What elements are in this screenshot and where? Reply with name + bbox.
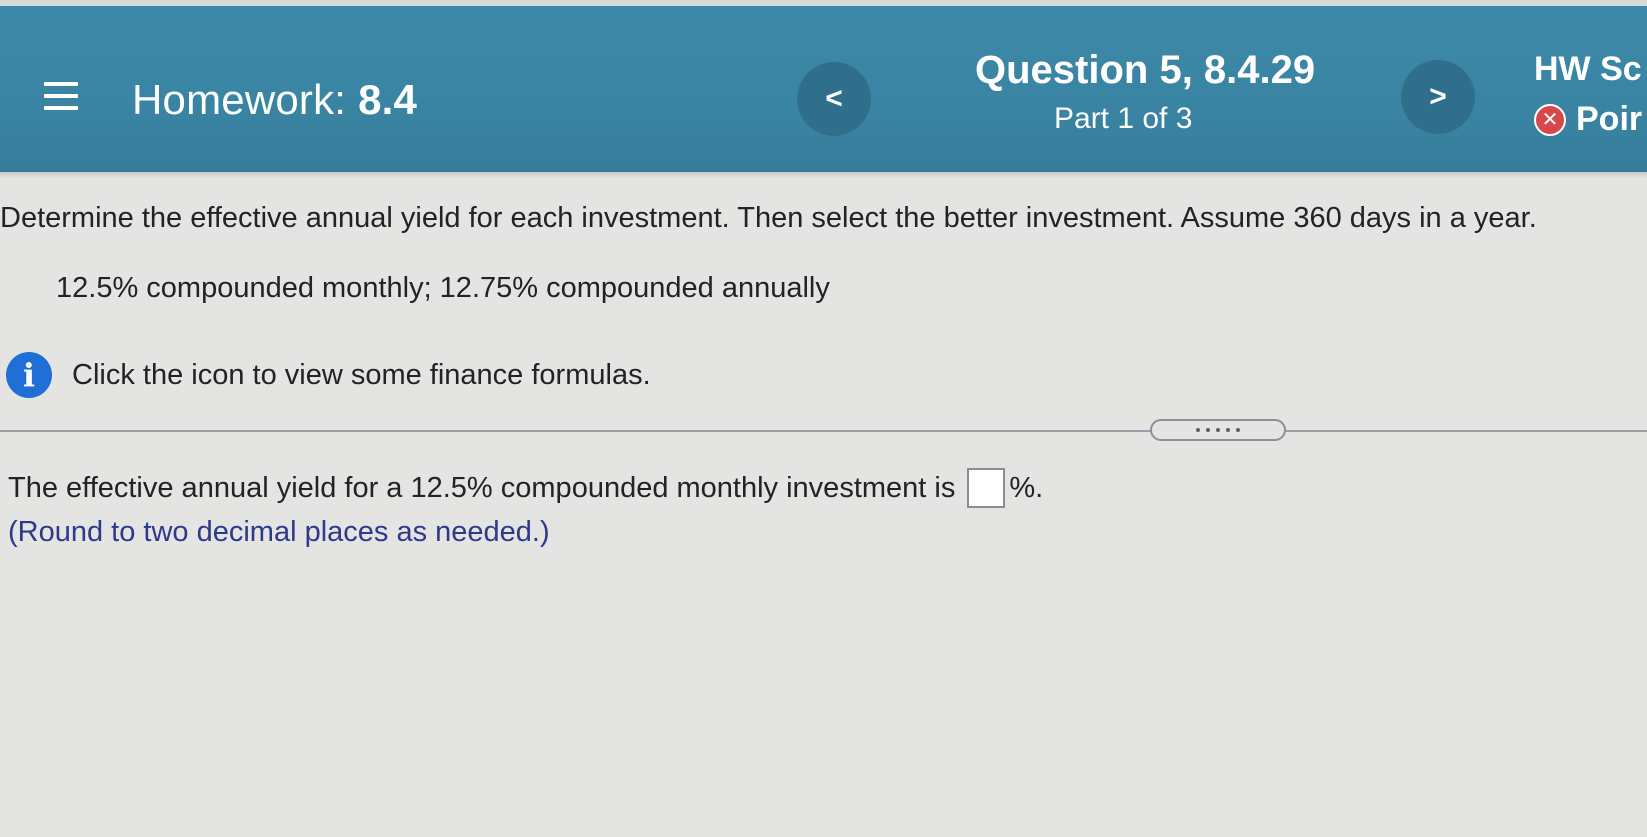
question-title: Question 5, 8.4.29 bbox=[975, 48, 1316, 92]
info-text: Click the icon to view some finance form… bbox=[72, 358, 651, 391]
answer-text-before: The effective annual yield for a 12.5% c… bbox=[8, 471, 956, 504]
rounding-note: (Round to two decimal places as needed.) bbox=[8, 516, 550, 548]
hamburger-menu-icon[interactable] bbox=[44, 82, 80, 114]
points-status[interactable]: ✕ Poir bbox=[1534, 100, 1642, 139]
hw-score-label[interactable]: HW Sc bbox=[1534, 50, 1642, 89]
answer-text-after: %. bbox=[1009, 471, 1044, 504]
x-circle-icon: ✕ bbox=[1534, 103, 1566, 136]
answer-row: The effective annual yield for a 12.5% c… bbox=[8, 468, 1043, 508]
chevron-right-icon: > bbox=[1429, 80, 1447, 113]
answer-input[interactable] bbox=[967, 468, 1006, 508]
section-divider bbox=[0, 430, 1647, 432]
header-bar: Homework: 8.4 < Question 5, 8.4.29 Part … bbox=[0, 6, 1647, 172]
resize-handle[interactable] bbox=[1150, 419, 1286, 441]
homework-number: 8.4 bbox=[358, 76, 418, 123]
next-question-button[interactable]: > bbox=[1401, 60, 1475, 134]
question-prompt: Determine the effective annual yield for… bbox=[0, 202, 1537, 234]
header-shadow bbox=[0, 172, 1647, 178]
given-rates: 12.5% compounded monthly; 12.75% compoun… bbox=[56, 272, 830, 304]
formula-help-row: i Click the icon to view some finance fo… bbox=[6, 352, 651, 398]
homework-label: Homework: bbox=[132, 76, 347, 123]
info-icon[interactable]: i bbox=[6, 352, 52, 398]
homework-title: Homework: 8.4 bbox=[132, 76, 417, 124]
question-part: Part 1 of 3 bbox=[1054, 102, 1193, 135]
points-label: Poir bbox=[1576, 100, 1643, 138]
previous-question-button[interactable]: < bbox=[797, 62, 871, 136]
chevron-left-icon: < bbox=[825, 82, 843, 115]
